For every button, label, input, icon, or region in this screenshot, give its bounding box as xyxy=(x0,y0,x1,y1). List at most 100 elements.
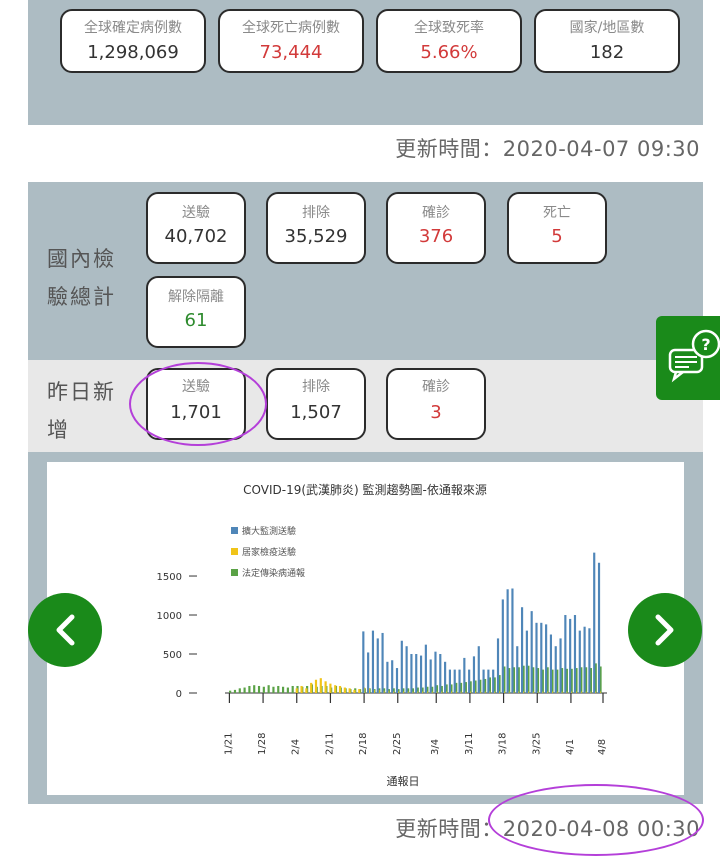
bar-0 xyxy=(501,599,504,693)
bar-0 xyxy=(492,669,495,693)
y-tick-label: 500 xyxy=(163,650,182,661)
bar-0 xyxy=(496,638,500,693)
y-tick-label: 1000 xyxy=(157,611,182,622)
bar-2 xyxy=(257,685,261,693)
bar-0 xyxy=(444,661,447,693)
bar-0 xyxy=(597,562,601,693)
x-tick-label: 1/21 xyxy=(223,733,234,755)
domestic-stat-card: 確診 376 xyxy=(386,192,486,264)
stat-label: 國家/地區數 xyxy=(569,20,645,36)
global-update-time: 更新時間：2020-04-07 09:30 xyxy=(395,137,700,161)
bar-1 xyxy=(348,688,351,693)
bar-0 xyxy=(573,615,577,693)
domestic-stat-card: 死亡 5 xyxy=(507,192,607,264)
legend-swatch xyxy=(231,527,238,534)
bar-0 xyxy=(593,552,596,693)
x-tick-label: 4/1 xyxy=(565,739,576,755)
bar-0 xyxy=(545,624,548,693)
bar-2 xyxy=(286,687,289,693)
bar-2 xyxy=(233,689,237,693)
stat-value: 3 xyxy=(430,402,442,423)
x-tick-label: 2/4 xyxy=(291,739,302,755)
bar-0 xyxy=(424,644,427,693)
legend-label: 擴大監測送驗 xyxy=(242,525,296,537)
bar-0 xyxy=(453,669,456,693)
stat-label: 全球死亡病例數 xyxy=(242,20,340,36)
global-stat-card: 全球致死率 5.66% xyxy=(376,9,522,73)
bar-0 xyxy=(463,657,466,693)
stat-label: 確診 xyxy=(422,379,450,395)
y-tick-label: 0 xyxy=(176,689,182,700)
bar-0 xyxy=(448,669,451,693)
bar-0 xyxy=(429,659,432,693)
stat-value: 35,529 xyxy=(284,226,348,247)
highlight-circle-tests xyxy=(129,362,267,446)
bar-2 xyxy=(262,686,265,693)
bar-2 xyxy=(291,685,294,693)
global-stat-card: 全球死亡病例數 73,444 xyxy=(218,9,364,73)
stat-label: 排除 xyxy=(302,379,330,395)
bar-0 xyxy=(554,646,557,693)
bar-1 xyxy=(343,687,346,693)
bar-2 xyxy=(238,688,241,693)
bar-0 xyxy=(371,630,375,693)
bar-0 xyxy=(386,661,389,693)
bar-0 xyxy=(391,660,394,693)
trend-chart: COVID-19(武漢肺炎) 監測趨勢圖-依通報來源 0 500 1000 1500 1/… xyxy=(157,482,608,788)
bar-0 xyxy=(506,589,509,693)
chevron-right-icon xyxy=(655,614,674,646)
help-chat-button[interactable]: ? xyxy=(656,316,720,400)
bar-0 xyxy=(419,655,423,693)
x-tick-label: 3/4 xyxy=(430,739,441,755)
x-tick-label: 2/11 xyxy=(324,733,335,755)
global-stat-card: 全球確定病例數 1,298,069 xyxy=(60,9,206,73)
bar-2 xyxy=(281,686,285,693)
bar-0 xyxy=(381,632,384,693)
domestic-stat-card: 排除 35,529 xyxy=(266,192,366,264)
yesterday-title: 昨日新 增 xyxy=(47,373,116,449)
domestic-title-line1: 國內檢 xyxy=(47,247,116,271)
bar-1 xyxy=(358,689,361,693)
stat-value: 61 xyxy=(184,310,208,331)
bar-1 xyxy=(300,685,303,693)
domestic-stat-card: 解除隔離 61 xyxy=(146,276,246,348)
chart-container: COVID-19(武漢肺炎) 監測趨勢圖-依通報來源 0 500 1000 1500 1/… xyxy=(47,462,684,795)
bar-0 xyxy=(405,646,408,693)
prev-slide-button[interactable] xyxy=(28,593,102,667)
bar-2 xyxy=(243,687,246,693)
yesterday-stat-card: 排除 1,507 xyxy=(266,368,366,440)
bar-0 xyxy=(376,638,379,693)
x-tick-label: 4/8 xyxy=(597,739,608,755)
x-tick-label: 2/18 xyxy=(358,733,369,755)
bar-0 xyxy=(468,669,471,693)
x-tick-label: 2/25 xyxy=(392,733,403,755)
bar-0 xyxy=(540,622,543,693)
bar-0 xyxy=(583,626,586,693)
bar-2 xyxy=(277,685,280,693)
bar-2 xyxy=(253,685,256,693)
bar-1 xyxy=(329,683,332,693)
yesterday-title-line1: 昨日新 xyxy=(47,380,116,404)
bar-0 xyxy=(400,640,403,693)
bar-2 xyxy=(272,686,275,693)
stat-label: 送驗 xyxy=(182,205,210,221)
bar-1 xyxy=(295,688,298,693)
stat-label: 確診 xyxy=(422,205,450,221)
stat-value: 1,298,069 xyxy=(87,42,179,63)
domestic-stat-card: 送驗 40,702 xyxy=(146,192,246,264)
bar-1 xyxy=(319,678,322,693)
bar-0 xyxy=(578,630,581,693)
bar-0 xyxy=(477,646,480,693)
x-tick-label: 3/18 xyxy=(498,733,509,755)
bar-0 xyxy=(415,654,418,693)
chat-question-icon: ? xyxy=(668,329,720,383)
bar-0 xyxy=(569,618,572,693)
bar-0 xyxy=(487,669,490,693)
stat-label: 解除隔離 xyxy=(168,289,224,305)
bar-0 xyxy=(511,588,514,693)
next-slide-button[interactable] xyxy=(628,593,702,667)
bar-0 xyxy=(458,669,461,693)
bar-0 xyxy=(472,656,476,693)
chart-title: COVID-19(武漢肺炎) 監測趨勢圖-依通報來源 xyxy=(243,482,487,497)
x-axis-label: 通報日 xyxy=(387,775,420,788)
